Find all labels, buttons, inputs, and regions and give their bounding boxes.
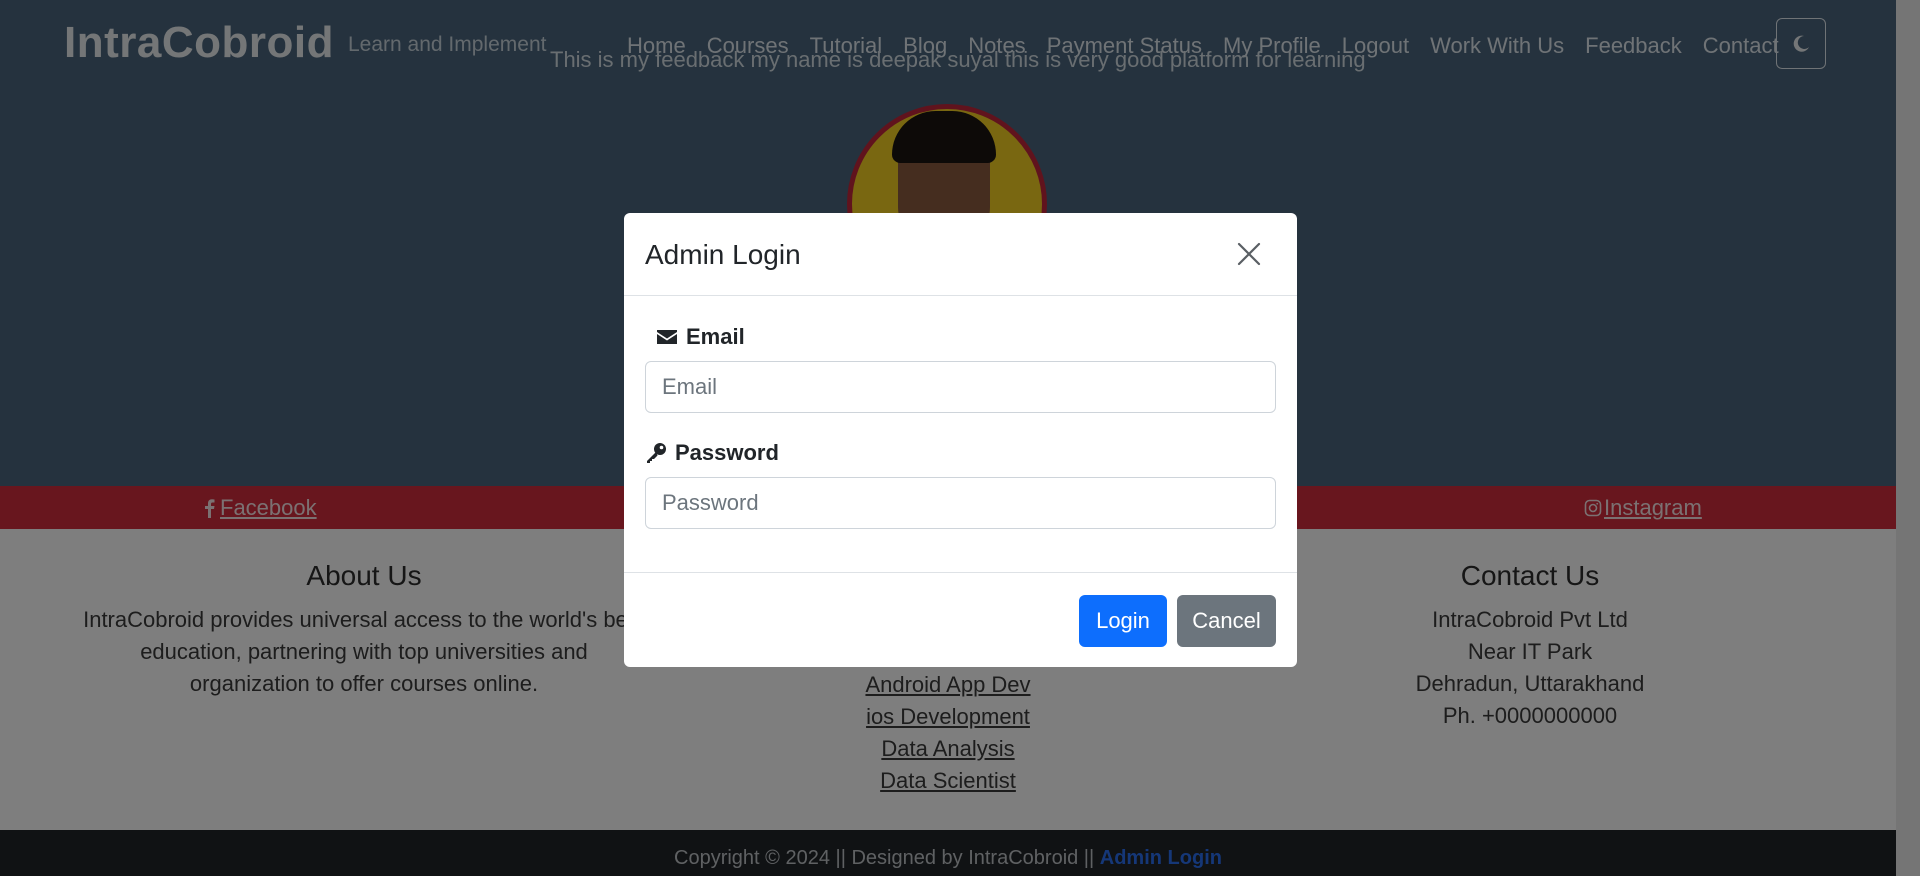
- key-icon: [647, 443, 666, 463]
- login-button[interactable]: Login: [1079, 595, 1167, 647]
- modal-title: Admin Login: [645, 239, 801, 270]
- cancel-button[interactable]: Cancel: [1177, 595, 1276, 647]
- envelope-icon: [657, 330, 677, 344]
- admin-login-modal: Admin Login Email Password Login Cancel: [624, 213, 1297, 667]
- email-input[interactable]: [645, 361, 1276, 413]
- password-input[interactable]: [645, 477, 1276, 529]
- modal-header: Admin Login: [624, 213, 1297, 296]
- password-label-text: Password: [675, 440, 779, 465]
- password-label: Password: [645, 440, 779, 466]
- close-button[interactable]: [1234, 239, 1264, 269]
- email-label: Email: [656, 324, 745, 350]
- close-icon: [1237, 242, 1261, 266]
- email-label-text: Email: [686, 324, 745, 349]
- modal-footer: Login Cancel: [624, 572, 1297, 667]
